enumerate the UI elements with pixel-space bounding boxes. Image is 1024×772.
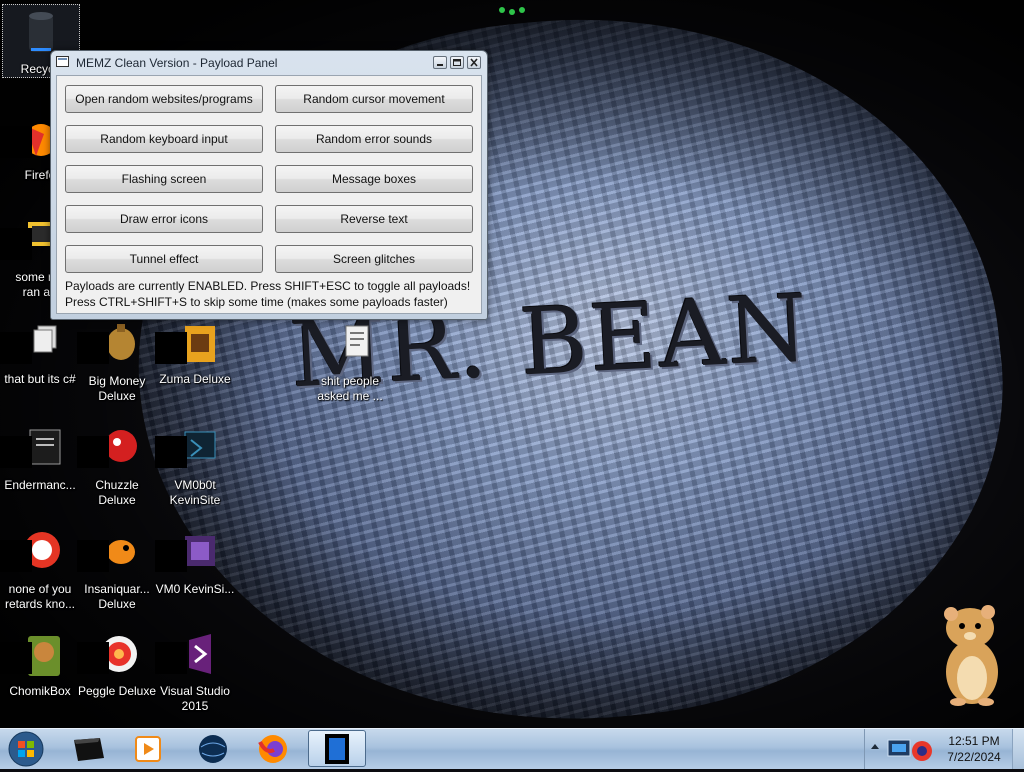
document-icon — [345, 325, 369, 357]
maximize-button[interactable] — [450, 56, 464, 69]
window-client-area: Open random websites/programs Random cur… — [56, 75, 482, 314]
status-text-line1: Payloads are currently ENABLED. Press SH… — [65, 279, 471, 293]
payload-button-flashing-screen[interactable]: Flashing screen — [65, 165, 263, 193]
taskbar-item-firefox[interactable] — [244, 730, 302, 767]
desktop-icon-endermanch[interactable]: Endermanc... — [0, 420, 80, 512]
taskbar-item-memz[interactable] — [308, 730, 366, 767]
tray-app-icon — [887, 739, 932, 761]
desktop-icon-chomikbox[interactable]: ChomikBox — [0, 626, 80, 718]
window-title: MEMZ Clean Version - Payload Panel — [76, 56, 278, 70]
desktop-icon-document[interactable]: shit people asked me ... — [310, 316, 390, 408]
desktop-icon-label: Zuma Deluxe — [159, 372, 231, 386]
desktop-icon-big-money[interactable]: Big Money Deluxe — [77, 316, 157, 408]
firefox-icon — [258, 735, 287, 763]
payload-button-reverse-text[interactable]: Reverse text — [275, 205, 473, 233]
globe-icon — [199, 735, 227, 763]
status-text-line2: Press CTRL+SHIFT+S to skip some time (ma… — [65, 295, 448, 309]
maximize-icon — [453, 59, 461, 66]
payload-button-draw-error-icons[interactable]: Draw error icons — [65, 205, 263, 233]
taskbar-item-media-player[interactable] — [118, 730, 176, 767]
payload-button-random-keyboard-input[interactable]: Random keyboard input — [65, 125, 263, 153]
desktop-icon-label: none of you retards kno... — [4, 582, 76, 611]
clock-date[interactable]: 7/22/2024 — [940, 750, 1008, 764]
clock-time[interactable]: 12:51 PM — [940, 734, 1008, 748]
redacted-block — [77, 540, 109, 572]
desktop-icon-chuzzle[interactable]: Chuzzle Deluxe — [77, 420, 157, 512]
taskbar: 12:51 PM 7/22/2024 — [0, 728, 1024, 769]
desktop-icon-label: that but its c# — [4, 372, 76, 386]
taskbar-item-window-switcher[interactable] — [60, 730, 118, 767]
redacted-block — [77, 332, 109, 364]
redacted-block — [155, 436, 187, 468]
desktop-icon-vm0[interactable]: VM0 KevinSi... — [155, 524, 235, 616]
desktop-icon-label: ChomikBox — [9, 684, 71, 698]
desktop-icon-label: VM0 KevinSi... — [155, 582, 235, 596]
desktop-icon-files[interactable]: that but its c# — [0, 316, 80, 408]
payload-button-screen-glitches[interactable]: Screen glitches — [275, 245, 473, 273]
close-button[interactable] — [467, 56, 481, 69]
window-switcher-icon — [74, 738, 104, 761]
memz-app-icon — [325, 734, 349, 764]
tray-separator — [864, 729, 865, 769]
green-lights-icon — [499, 7, 525, 15]
desktop-icon-visual-studio[interactable]: Visual Studio 2015 — [155, 626, 235, 718]
redacted-block — [155, 332, 187, 364]
show-desktop-button[interactable] — [1012, 729, 1024, 769]
redacted-block — [77, 436, 109, 468]
payload-button-random-cursor-movement[interactable]: Random cursor movement — [275, 85, 473, 113]
desktop-icon-label: Visual Studio 2015 — [160, 684, 230, 713]
payload-button-open-random-websites[interactable]: Open random websites/programs — [65, 85, 263, 113]
memz-payload-window: MEMZ Clean Version - Payload Panel Open … — [50, 50, 488, 320]
desktop-icon-label: Chuzzle Deluxe — [95, 478, 139, 507]
desktop-icon-label: Endermanc... — [4, 478, 76, 492]
chevron-up-icon — [871, 744, 879, 749]
start-button[interactable] — [4, 730, 48, 768]
taskbar-item-globe[interactable] — [184, 730, 242, 767]
desktop-icon-game[interactable]: none of you retards kno... — [0, 524, 80, 616]
redacted-block — [0, 642, 32, 674]
redacted-block — [155, 540, 187, 572]
desktop-icon-zuma[interactable]: Zuma Deluxe — [155, 316, 235, 408]
desktop-icon-peggle[interactable]: Peggle Deluxe — [77, 626, 157, 718]
minimize-button[interactable] — [433, 56, 447, 69]
desktop-icon-label: Big Money Deluxe — [88, 374, 146, 403]
desktop-icon-insaniquarium[interactable]: Insaniquar... Deluxe — [77, 524, 157, 616]
minimize-icon — [437, 64, 443, 66]
window-app-icon — [56, 56, 69, 67]
payload-button-message-boxes[interactable]: Message boxes — [275, 165, 473, 193]
redacted-block — [0, 332, 32, 364]
payload-button-random-error-sounds[interactable]: Random error sounds — [275, 125, 473, 153]
redacted-block — [0, 126, 32, 158]
desktop-icon-label: VM0b0t KevinSite — [169, 478, 221, 507]
redacted-block — [0, 436, 32, 468]
desktop-icon-label: Peggle Deluxe — [77, 684, 157, 698]
hamster-icon — [944, 605, 998, 706]
window-titlebar[interactable]: MEMZ Clean Version - Payload Panel — [51, 51, 487, 75]
redacted-block — [155, 642, 187, 674]
redacted-block — [0, 540, 32, 572]
tray-app-button[interactable] — [886, 735, 934, 763]
payload-button-tunnel-effect[interactable]: Tunnel effect — [65, 245, 263, 273]
start-orb-icon — [8, 731, 44, 767]
redacted-block — [0, 228, 32, 260]
desktop-icon-vm0b0t[interactable]: VM0b0t KevinSite — [155, 420, 235, 512]
close-icon — [470, 58, 478, 67]
media-player-icon — [135, 736, 161, 762]
tray-expand-button[interactable] — [870, 742, 880, 753]
desktop-icon-label: shit people asked me ... — [317, 374, 383, 403]
redacted-block — [77, 642, 109, 674]
desktop-icon-label: Insaniquar... Deluxe — [84, 582, 150, 611]
